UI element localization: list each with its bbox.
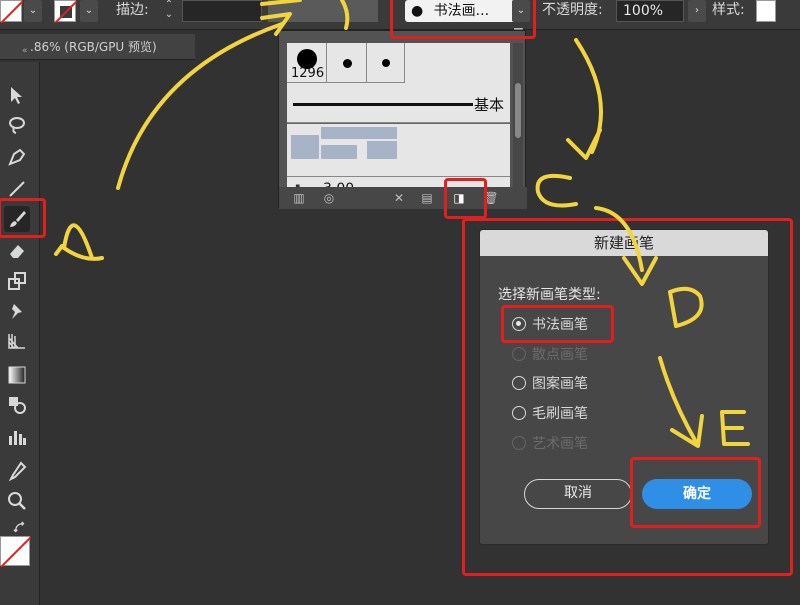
- lasso-tool[interactable]: [4, 112, 30, 138]
- pen-tool[interactable]: [4, 144, 30, 170]
- highlight-brush-select: [390, 0, 536, 39]
- brush-definition-panel: 1296 基本 ▮ 3.00 ▥ ◎ ✕ ▤ ◨ 🗑: [278, 30, 527, 209]
- variable-width-profile[interactable]: [268, 0, 378, 22]
- swap-colors-icon[interactable]: [12, 520, 28, 536]
- eraser-tool[interactable]: [4, 238, 30, 264]
- opacity-label: 不透明度:: [542, 2, 603, 18]
- arrowhead-new-brush: [566, 128, 602, 160]
- arrow-icon: [11, 87, 22, 104]
- lasso-icon: [9, 117, 25, 134]
- gradient-tool[interactable]: [4, 362, 30, 388]
- magnifier-icon: [8, 492, 26, 510]
- brush-panel-scrollbar[interactable]: [513, 43, 523, 199]
- highlight-new-brush-button: [444, 178, 487, 219]
- pattern-tile: [321, 127, 397, 139]
- letter-a-mark: [54, 223, 104, 261]
- fill-color-swatch[interactable]: [0, 536, 32, 568]
- remove-stroke-icon[interactable]: ✕: [391, 191, 407, 205]
- scale-tool[interactable]: [4, 268, 30, 294]
- brush-size-label: 1296: [291, 66, 325, 81]
- eyedropper-icon: [8, 461, 27, 482]
- brush-item[interactable]: [367, 43, 405, 83]
- eyedropper-tool[interactable]: [4, 458, 30, 484]
- style-swatch[interactable]: [756, 0, 776, 22]
- opacity-field[interactable]: 100%: [616, 0, 684, 22]
- shape-builder-icon: [9, 397, 26, 414]
- line-segment-icon: [9, 181, 25, 197]
- pin-icon: [12, 304, 22, 319]
- basic-stroke-preview: [293, 103, 473, 106]
- brush-libraries-icon[interactable]: ▥: [291, 191, 307, 205]
- brush-dot-icon: [382, 59, 390, 67]
- libraries-panel-icon[interactable]: ◎: [321, 191, 337, 205]
- selection-tool[interactable]: [4, 82, 30, 108]
- pattern-tile: [321, 145, 357, 159]
- none-swatch-icon: [54, 0, 78, 24]
- fill-swatch[interactable]: [0, 0, 24, 24]
- none-swatch-icon: [0, 0, 24, 24]
- arrow-to-new-brush: [574, 38, 603, 154]
- stroke-label: 描边:: [116, 2, 149, 18]
- pattern-tile: [367, 141, 397, 159]
- document-tab-title: .86% (RGB/GPU 预览): [30, 40, 157, 54]
- stroke-dropdown-chevron-icon[interactable]: ⌄: [80, 0, 98, 22]
- scroll-thumb[interactable]: [515, 83, 521, 138]
- pattern-tile: [291, 135, 319, 159]
- basic-brush-label: 基本: [473, 96, 504, 114]
- opacity-dropdown-chevron-icon[interactable]: ›: [688, 0, 706, 22]
- tools-panel: [0, 62, 40, 605]
- column-graph-tool[interactable]: [4, 424, 30, 450]
- perspective-grid-tool[interactable]: [4, 328, 30, 354]
- shape-builder-tool[interactable]: [4, 392, 30, 418]
- stroke-weight-field[interactable]: [182, 0, 262, 22]
- pen-icon: [8, 148, 26, 166]
- zoom-tool[interactable]: [4, 488, 30, 514]
- brush-dot-icon: [343, 59, 352, 68]
- document-tab[interactable]: .86% (RGB/GPU 预览): [0, 34, 195, 60]
- pattern-ruler: [287, 123, 510, 125]
- bar-chart-icon: [9, 431, 26, 445]
- brush-item[interactable]: [327, 43, 367, 83]
- stroke-swatch[interactable]: [54, 0, 78, 24]
- perspective-grid-icon: [8, 334, 25, 349]
- style-label: 样式:: [712, 2, 745, 18]
- brush-panel-footer: ▥ ◎ ✕ ▤ ◨ 🗑: [279, 187, 527, 209]
- stroke-weight-stepper[interactable]: ⌃ ⌄: [162, 0, 176, 22]
- fill-dropdown-chevron-icon[interactable]: ⌄: [24, 0, 42, 22]
- brush-library-grid: 1296 基本 ▮ 3.00: [287, 43, 510, 199]
- puppet-warp-tool[interactable]: [4, 298, 30, 324]
- pattern-brush-item[interactable]: [287, 123, 510, 177]
- brush-item[interactable]: 1296: [287, 43, 327, 83]
- collapse-toolbar-icon[interactable]: «: [22, 46, 28, 56]
- brush-item-basic[interactable]: 基本: [287, 83, 510, 123]
- eraser-icon: [10, 245, 24, 258]
- scale-icon: [8, 272, 26, 290]
- options-icon[interactable]: ▤: [419, 191, 435, 205]
- letter-c-mark: [535, 173, 578, 208]
- highlight-dialog: [462, 218, 793, 576]
- gradient-icon: [8, 366, 26, 384]
- highlight-paintbrush-tool: [0, 198, 46, 238]
- none-swatch-icon: [0, 536, 32, 568]
